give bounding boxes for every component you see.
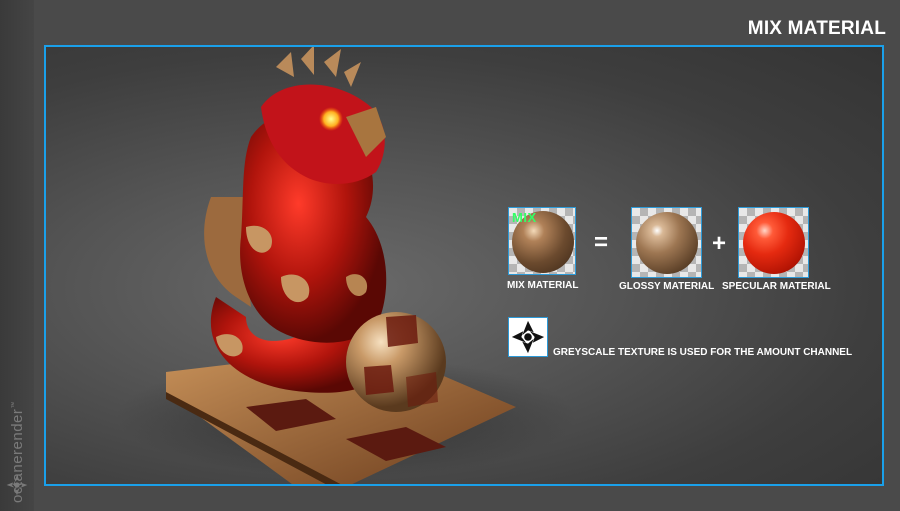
specular-material-label: SPECULAR MATERIAL bbox=[722, 281, 831, 292]
greyscale-texture-icon bbox=[511, 320, 545, 354]
page-title: MIX MATERIAL bbox=[747, 18, 886, 39]
greyscale-texture-preview bbox=[508, 317, 548, 357]
mix-tag: MIX bbox=[512, 210, 537, 225]
specular-material-sphere bbox=[743, 212, 805, 274]
plus-sign: + bbox=[712, 230, 727, 257]
glossy-material-label: GLOSSY MATERIAL bbox=[619, 281, 715, 292]
texture-note-text: GREYSCALE TEXTURE IS USED FOR THE AMOUNT… bbox=[553, 347, 853, 358]
specular-material-preview bbox=[738, 207, 809, 278]
mix-material-preview: MIX bbox=[508, 207, 576, 275]
mix-material-label: MIX MATERIAL bbox=[507, 280, 579, 291]
octane-logo-icon bbox=[6, 474, 28, 496]
brand-trademark: ™ bbox=[11, 401, 18, 409]
glossy-material-sphere bbox=[636, 212, 698, 274]
equals-sign: = bbox=[594, 229, 609, 256]
render-viewport: MIX MIX MATERIAL = GLOSSY MATERIAL + SPE… bbox=[44, 45, 884, 486]
left-brand-strip: octanerender™ bbox=[0, 0, 34, 511]
glossy-material-preview bbox=[631, 207, 702, 278]
